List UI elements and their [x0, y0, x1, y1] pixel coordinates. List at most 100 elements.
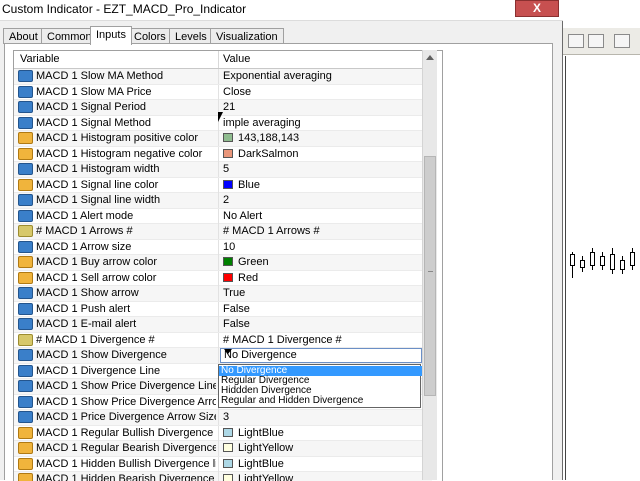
color-param-icon	[18, 442, 33, 454]
input-row[interactable]: MACD 1 Show Divergence No Divergence	[14, 348, 432, 364]
grid-header: Variable Value	[14, 51, 432, 69]
toolbar-play-icon[interactable]	[588, 34, 604, 48]
value-cell[interactable]: imple averaging	[223, 117, 301, 129]
value-select[interactable]: No Divergence	[220, 348, 422, 363]
variable-name: MACD 1 Arrow size	[36, 240, 132, 253]
value-cell[interactable]: Close	[223, 86, 251, 98]
variable-name: # MACD 1 Divergence #	[36, 333, 155, 346]
cell-divider	[218, 193, 219, 208]
value-cell[interactable]: False	[223, 303, 250, 315]
input-row[interactable]: MACD 1 Regular Bearish Divergence li... L…	[14, 441, 432, 457]
input-row[interactable]: MACD 1 Signal line width 2	[14, 193, 432, 209]
value-cell[interactable]: True	[223, 287, 245, 299]
value-text: 3	[223, 411, 230, 423]
chevron-down-icon[interactable]	[224, 349, 232, 354]
value-cell[interactable]: # MACD 1 Divergence #	[223, 334, 342, 346]
value-cell[interactable]: LightBlue	[223, 427, 284, 439]
number-param-icon	[18, 163, 33, 175]
input-row[interactable]: MACD 1 Histogram positive color 143,188,1…	[14, 131, 432, 147]
value-cell[interactable]: LightYellow	[223, 442, 293, 454]
mouse-cursor-icon	[218, 112, 223, 122]
value-cell[interactable]: False	[223, 318, 250, 330]
value-cell[interactable]: Red	[223, 272, 258, 284]
value-cell[interactable]: DarkSalmon	[223, 148, 299, 160]
cell-divider	[218, 255, 219, 270]
variable-name: MACD 1 Alert mode	[36, 209, 134, 222]
input-row[interactable]: MACD 1 Histogram width 5	[14, 162, 432, 178]
tab-levels[interactable]: Levels	[169, 28, 213, 44]
toolbar-step-icon[interactable]	[614, 34, 630, 48]
variable-name: MACD 1 Signal line color	[36, 178, 159, 191]
input-row[interactable]: MACD 1 E-mail alert False	[14, 317, 432, 333]
variable-name: MACD 1 Divergence Line	[36, 364, 161, 377]
input-row[interactable]: MACD 1 Alert mode No Alert	[14, 208, 432, 224]
variable-name: MACD 1 Push alert	[36, 302, 131, 315]
variable-name: MACD 1 Signal Method	[36, 116, 151, 129]
number-param-icon	[18, 364, 33, 377]
tab-visualization[interactable]: Visualization	[210, 28, 284, 44]
input-row[interactable]: MACD 1 Hidden Bullish Divergence lin... L…	[14, 456, 432, 472]
input-row[interactable]: MACD 1 Slow MA Price Close	[14, 84, 432, 100]
input-row[interactable]: MACD 1 Buy arrow color Green	[14, 255, 432, 271]
value-text: imple averaging	[223, 116, 301, 129]
cell-divider	[218, 224, 219, 239]
color-swatch	[223, 133, 233, 142]
cell-divider	[218, 208, 219, 224]
column-divider[interactable]	[218, 51, 219, 68]
value-cell[interactable]: 143,188,143	[223, 132, 299, 144]
value-text: DarkSalmon	[238, 147, 299, 160]
input-row[interactable]: MACD 1 Signal line color Blue	[14, 177, 432, 193]
value-text: LightBlue	[238, 426, 284, 439]
input-row[interactable]: # MACD 1 Arrows # # MACD 1 Arrows #	[14, 224, 432, 240]
input-row[interactable]: MACD 1 Histogram negative color DarkSalmo…	[14, 146, 432, 162]
cell-divider	[218, 177, 219, 193]
divergence-dropdown-list: No Divergence Regular Divergence Hiddden D…	[218, 364, 422, 408]
inputs-grid: Variable Value MACD 1 Slow MA Method Expo…	[13, 50, 443, 481]
input-row[interactable]: MACD 1 Regular Bullish Divergence lin...…	[14, 425, 432, 441]
value-cell[interactable]: No Alert	[223, 210, 262, 222]
input-row[interactable]: MACD 1 Show arrow True	[14, 286, 432, 302]
variable-name: MACD 1 Show Divergence	[36, 349, 167, 361]
value-cell[interactable]: # MACD 1 Arrows #	[223, 225, 320, 237]
value-cell[interactable]: Green	[223, 256, 269, 268]
value-cell[interactable]: LightBlue	[223, 458, 284, 470]
variable-name: MACD 1 Slow MA Method	[36, 70, 164, 82]
value-cell[interactable]: Blue	[223, 179, 260, 191]
cell-divider	[218, 348, 219, 363]
column-header-variable[interactable]: Variable	[20, 53, 60, 65]
column-header-value[interactable]: Value	[223, 53, 250, 65]
grid-scrollbar[interactable]	[422, 50, 437, 480]
number-param-icon	[18, 209, 33, 222]
value-cell[interactable]: Exponential averaging	[223, 70, 332, 82]
value-cell[interactable]: 2	[223, 194, 229, 206]
input-row[interactable]: MACD 1 Signal Method imple averaging	[14, 115, 432, 131]
value-cell[interactable]: 3	[223, 411, 229, 423]
dropdown-option[interactable]: Regular and Hidden Divergence	[219, 396, 422, 406]
close-button[interactable]: X	[515, 0, 559, 17]
value-cell[interactable]: 21	[223, 101, 235, 113]
number-param-icon	[18, 101, 33, 113]
scrollbar-thumb[interactable]	[424, 156, 436, 396]
input-row[interactable]: MACD 1 Slow MA Method Exponential averagi…	[14, 69, 432, 85]
input-row[interactable]: MACD 1 Arrow size 10	[14, 239, 432, 255]
value-cell[interactable]: 5	[223, 163, 229, 175]
toolbar-button[interactable]	[568, 34, 584, 48]
scroll-up-arrow-icon[interactable]	[423, 50, 437, 65]
color-swatch	[223, 427, 233, 437]
price-chart	[565, 56, 640, 480]
input-row[interactable]: MACD 1 Push alert False	[14, 301, 432, 317]
tab-about[interactable]: About	[3, 28, 44, 44]
tab-colors[interactable]: Colors	[128, 28, 172, 44]
value-cell[interactable]: 10	[223, 241, 235, 253]
cell-divider	[218, 162, 219, 177]
value-text: No Alert	[223, 209, 263, 222]
input-row[interactable]: MACD 1 Sell arrow color Red	[14, 270, 432, 286]
input-row[interactable]: MACD 1 Signal Period 21	[14, 100, 432, 116]
custom-indicator-dialog: Custom Indicator - EZT_MACD_Pro_Indicato…	[0, 0, 563, 481]
candle-body	[620, 260, 625, 270]
tab-inputs[interactable]: Inputs	[90, 26, 132, 45]
variable-name: MACD 1 Show arrow	[36, 287, 139, 299]
input-row[interactable]: MACD 1 Price Divergence Arrow Size 3	[14, 410, 432, 426]
color-param-icon	[18, 132, 33, 144]
input-row[interactable]: # MACD 1 Divergence # # MACD 1 Divergence…	[14, 332, 432, 348]
